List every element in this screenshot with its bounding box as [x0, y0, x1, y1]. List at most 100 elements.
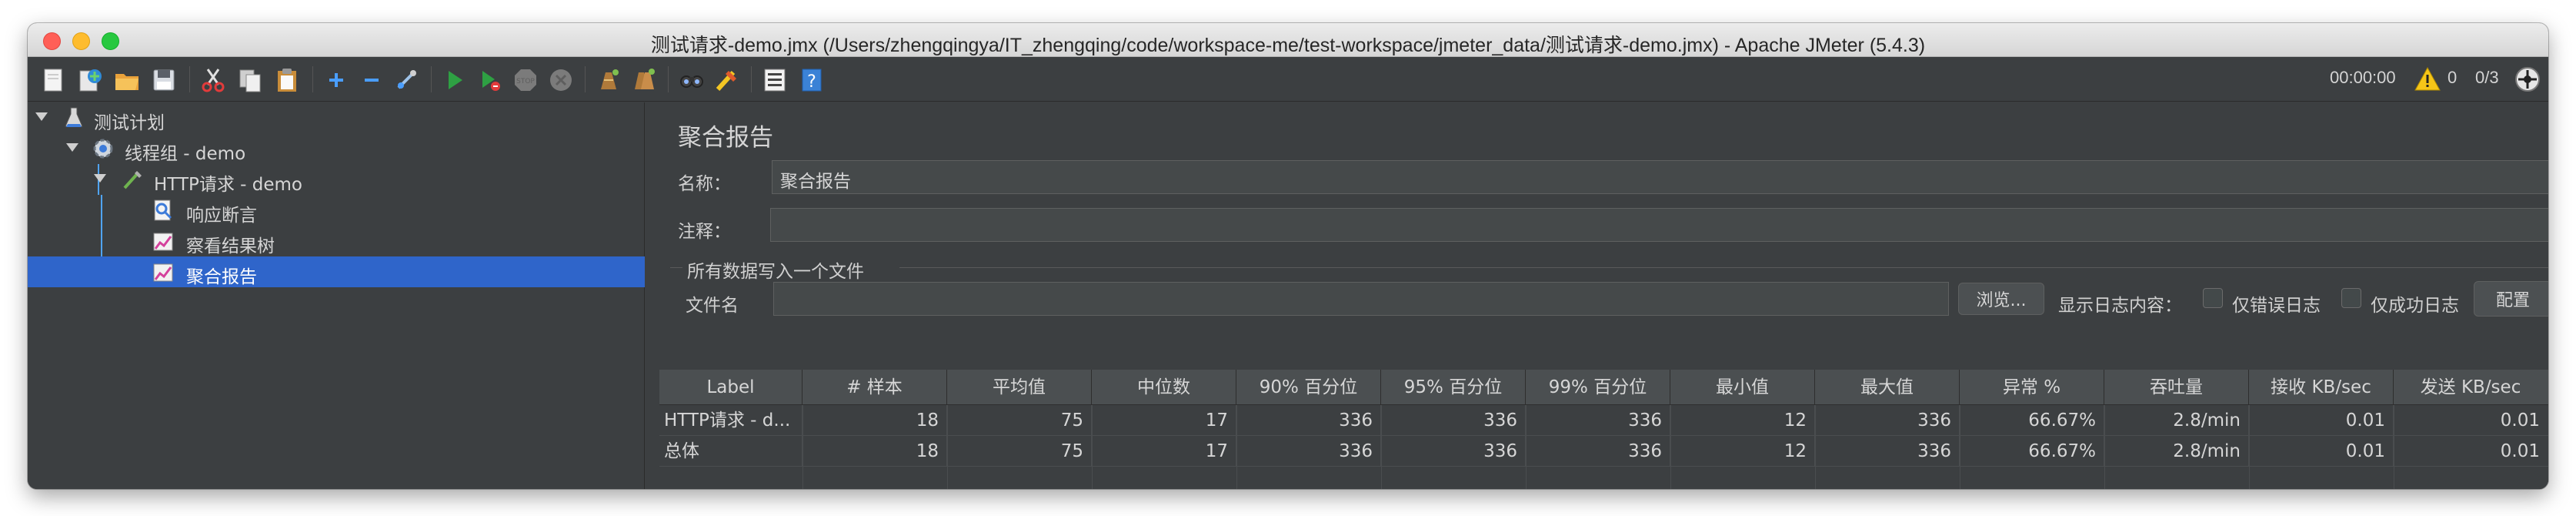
aggregate-report-panel: 聚合报告 名称： 聚合报告 注释： 所有数据写入一个文件 文件名 浏览... 显…	[646, 102, 2548, 489]
title-bar: 测试请求-demo.jmx (/Users/zhengqingya/IT_zhe…	[28, 23, 2548, 57]
table-row[interactable]: HTTP请求 - d... 18 75 17 336 336 336 12 33…	[659, 405, 2548, 436]
name-label: 名称：	[678, 174, 731, 194]
start-icon[interactable]	[440, 65, 469, 95]
table-cell: 336	[1815, 436, 1960, 467]
http-sampler-icon	[123, 171, 142, 189]
column-header[interactable]: Label	[659, 370, 802, 405]
table-cell: 66.67%	[1960, 405, 2104, 436]
help-icon[interactable]: ?	[797, 65, 826, 95]
column-header[interactable]: 90% 百分位	[1236, 370, 1381, 405]
filename-label: 文件名	[686, 296, 739, 316]
tree-item-label: HTTP请求 - demo	[154, 175, 303, 195]
table-cell: 336	[1526, 405, 1670, 436]
errors-only-checkbox[interactable]	[2203, 288, 2223, 308]
table-cell: 12	[1670, 405, 1815, 436]
table-cell: 336	[1815, 405, 1960, 436]
tree-item-response-assertion[interactable]: 响应断言	[28, 195, 645, 226]
open-icon[interactable]	[112, 65, 142, 95]
table-cell: 75	[947, 436, 1092, 467]
cut-icon[interactable]	[199, 65, 228, 95]
tree-item-http-request[interactable]: HTTP请求 - demo	[28, 164, 645, 195]
new-icon[interactable]	[38, 65, 68, 95]
save-icon[interactable]	[149, 65, 179, 95]
copy-icon[interactable]	[235, 65, 265, 95]
table-cell: 0.01	[2249, 405, 2394, 436]
listener-icon	[153, 233, 173, 251]
table-cell: 66.67%	[1960, 436, 2104, 467]
column-header[interactable]: 接收 KB/sec	[2249, 370, 2394, 405]
configure-button[interactable]: 配置	[2474, 281, 2548, 317]
tree-item-thread-group[interactable]: 线程组 - demo	[28, 133, 645, 164]
column-header[interactable]: 发送 KB/sec	[2394, 370, 2548, 405]
thread-group-icon	[93, 139, 113, 159]
assertion-icon	[154, 199, 172, 221]
table-cell: 336	[1381, 405, 1526, 436]
active-threads: 0/3	[2475, 68, 2499, 87]
toolbar: STOP ? 00:00:00 0 0/3	[28, 57, 2548, 102]
table-cell: 17	[1092, 405, 1236, 436]
tree-item-label: 察看结果树	[186, 236, 275, 256]
tree-item-aggregate-report[interactable]: 聚合报告	[28, 256, 645, 287]
column-header[interactable]: 平均值	[947, 370, 1092, 405]
table-cell: 2.8/min	[2104, 436, 2249, 467]
table-cell: 总体	[659, 436, 802, 467]
elapsed-timer: 00:00:00	[2330, 68, 2396, 87]
comment-input[interactable]	[770, 208, 2548, 242]
tree-item-label: 测试计划	[94, 113, 165, 133]
svg-text:?: ?	[807, 72, 816, 92]
table-cell: 336	[1381, 436, 1526, 467]
table-cell: 2.8/min	[2104, 405, 2249, 436]
column-header[interactable]: 最小值	[1670, 370, 1815, 405]
reset-search-icon[interactable]	[712, 65, 742, 95]
name-input[interactable]: 聚合报告	[772, 160, 2548, 194]
test-plan-tree: 测试计划 线程组 - demo HTTP请求 - demo 响应断言 察看结果树…	[28, 102, 645, 489]
table-header: Label # 样本 平均值 中位数 90% 百分位 95% 百分位 99% 百…	[659, 370, 2548, 405]
table-cell: 0.01	[2500, 410, 2540, 431]
column-header[interactable]: 最大值	[1815, 370, 1960, 405]
warning-icon[interactable]	[2413, 65, 2442, 94]
filename-input[interactable]	[773, 282, 1949, 316]
expand-icon[interactable]	[322, 65, 351, 95]
table-cell: 336	[1236, 405, 1381, 436]
remote-status-icon[interactable]	[2513, 65, 2542, 94]
table-cell: 0.01	[2249, 436, 2394, 467]
column-header[interactable]: 异常 %	[1960, 370, 2104, 405]
column-header[interactable]: # 样本	[802, 370, 947, 405]
comment-label: 注释：	[678, 222, 731, 242]
column-header[interactable]: 中位数	[1092, 370, 1236, 405]
column-header[interactable]: 95% 百分位	[1381, 370, 1526, 405]
success-only-label: 仅成功日志	[2371, 296, 2459, 316]
table-cell: 17	[1092, 436, 1236, 467]
clear-all-icon[interactable]	[629, 65, 659, 95]
success-only-checkbox[interactable]	[2341, 288, 2361, 308]
svg-text:STOP: STOP	[516, 78, 535, 85]
tree-item-label: 线程组 - demo	[125, 144, 246, 164]
stop-icon[interactable]: STOP	[511, 65, 540, 95]
listener-icon	[153, 263, 173, 282]
log-content-label: 显示日志内容：	[2058, 296, 2182, 316]
tree-item-label: 聚合报告	[186, 267, 257, 287]
function-helper-icon[interactable]	[760, 65, 789, 95]
jmeter-window: 测试请求-demo.jmx (/Users/zhengqingya/IT_zhe…	[28, 23, 2548, 489]
table-cell: 0.01	[2500, 441, 2540, 461]
file-section-title: 所有数据写入一个文件	[687, 262, 864, 282]
templates-icon[interactable]	[75, 65, 105, 95]
table-cell: 18	[802, 405, 947, 436]
clear-icon[interactable]	[594, 65, 623, 95]
table-cell: 12	[1670, 436, 1815, 467]
paste-icon[interactable]	[272, 65, 302, 95]
errors-only-label: 仅错误日志	[2232, 296, 2321, 316]
tree-item-view-results-tree[interactable]: 察看结果树	[28, 226, 645, 256]
warning-count: 0	[2448, 68, 2458, 87]
column-header[interactable]: 吞吐量	[2104, 370, 2249, 405]
start-no-pause-icon[interactable]	[475, 65, 505, 95]
table-row[interactable]: 总体 18 75 17 336 336 336 12 336 66.67% 2.…	[659, 436, 2548, 467]
collapse-icon[interactable]	[357, 65, 386, 95]
browse-button[interactable]: 浏览...	[1958, 283, 2044, 315]
aggregate-table: Label # 样本 平均值 中位数 90% 百分位 95% 百分位 99% 百…	[659, 370, 2548, 489]
shutdown-icon[interactable]	[546, 65, 576, 95]
search-icon[interactable]	[677, 65, 706, 95]
tree-item-test-plan[interactable]: 测试计划	[28, 102, 645, 133]
column-header[interactable]: 99% 百分位	[1526, 370, 1670, 405]
toggle-icon[interactable]	[392, 65, 422, 95]
